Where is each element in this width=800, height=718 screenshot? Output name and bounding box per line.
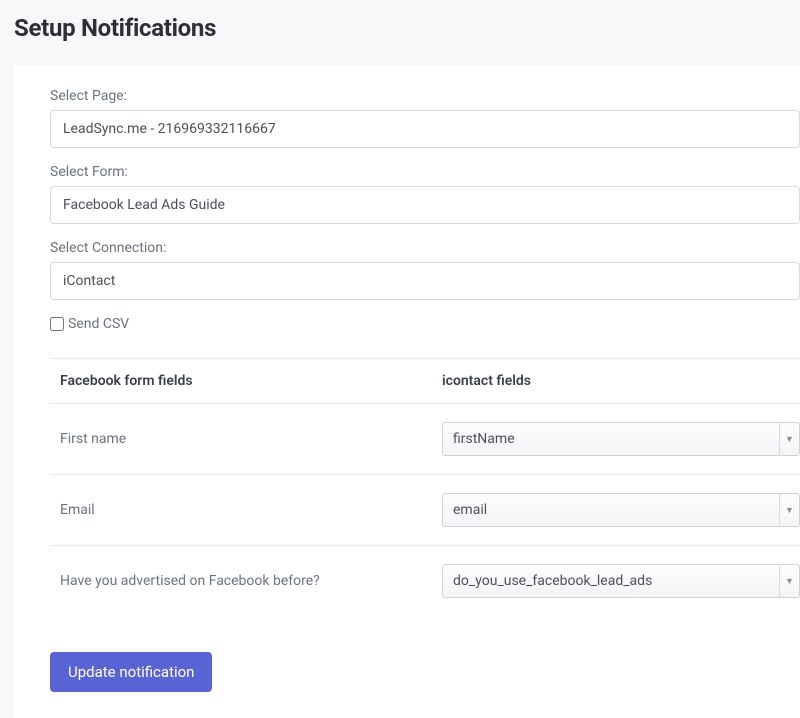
select-page-dropdown[interactable]: LeadSync.me - 216969332116667 [50, 110, 800, 148]
target-field-value: firstName [453, 431, 515, 447]
select-form-group: Select Form: Facebook Lead Ads Guide [50, 164, 800, 224]
target-field-select[interactable]: firstName ▼ [442, 422, 800, 456]
mapping-header-left: Facebook form fields [50, 373, 442, 389]
target-field-select[interactable]: email ▼ [442, 493, 800, 527]
select-form-dropdown[interactable]: Facebook Lead Ads Guide [50, 186, 800, 224]
target-field-value: email [453, 502, 487, 518]
select-page-label: Select Page: [50, 88, 800, 104]
mapping-row: Have you advertised on Facebook before? … [50, 545, 800, 616]
send-csv-label[interactable]: Send CSV [68, 316, 129, 332]
select-page-group: Select Page: LeadSync.me - 2169693321166… [50, 88, 800, 148]
page-title: Setup Notifications [14, 14, 800, 42]
chevron-down-icon: ▼ [779, 494, 799, 526]
fb-field-label: Have you advertised on Facebook before? [50, 573, 442, 589]
send-csv-row: Send CSV [50, 316, 800, 332]
mapping-header: Facebook form fields icontact fields [50, 358, 800, 403]
select-form-label: Select Form: [50, 164, 800, 180]
fb-field-label: Email [50, 502, 442, 518]
setup-card: Select Page: LeadSync.me - 2169693321166… [14, 66, 800, 718]
update-notification-button[interactable]: Update notification [50, 652, 212, 692]
target-field-select[interactable]: do_you_use_facebook_lead_ads ▼ [442, 564, 800, 598]
mapping-row: First name firstName ▼ [50, 403, 800, 474]
mapping-header-right: icontact fields [442, 373, 800, 389]
field-mapping-table: Facebook form fields icontact fields Fir… [50, 358, 800, 616]
actions-row: Update notification [50, 652, 800, 692]
select-connection-group: Select Connection: iContact [50, 240, 800, 300]
chevron-down-icon: ▼ [779, 565, 799, 597]
chevron-down-icon: ▼ [779, 423, 799, 455]
select-connection-dropdown[interactable]: iContact [50, 262, 800, 300]
mapping-row: Email email ▼ [50, 474, 800, 545]
select-connection-label: Select Connection: [50, 240, 800, 256]
fb-field-label: First name [50, 431, 442, 447]
target-field-value: do_you_use_facebook_lead_ads [453, 573, 652, 589]
send-csv-checkbox[interactable] [50, 317, 64, 331]
